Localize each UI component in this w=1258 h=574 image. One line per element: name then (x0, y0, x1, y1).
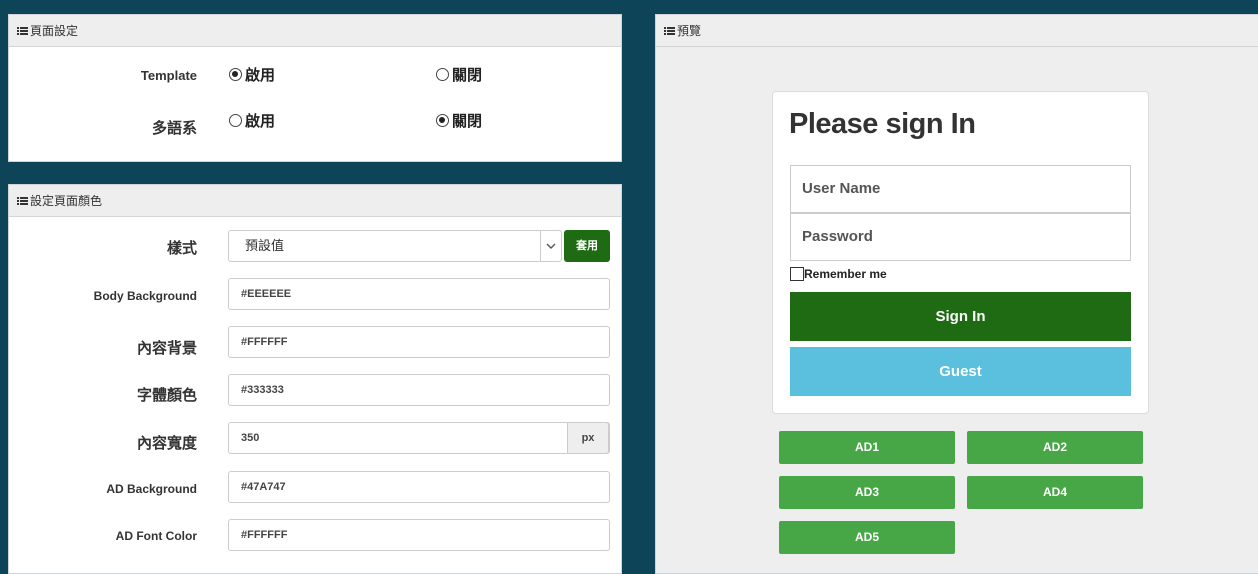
multilang-disable-radio[interactable]: 關閉 (436, 110, 482, 131)
content-width-input[interactable]: 350 px (228, 422, 610, 454)
body-bg-label: Body Background (93, 289, 197, 303)
ad-font-input[interactable]: #FFFFFF (228, 519, 610, 551)
ad-bg-input[interactable]: #47A747 (228, 471, 610, 503)
page-settings-title: 頁面設定 (30, 24, 79, 38)
template-disable-radio[interactable]: 關閉 (436, 64, 482, 85)
ad-bg-label: AD Background (106, 482, 197, 496)
checkbox-icon (790, 267, 804, 281)
multilang-label: 多語系 (151, 120, 197, 137)
sign-in-button[interactable]: Sign In (790, 292, 1131, 341)
ad-button-2[interactable]: AD2 (967, 431, 1143, 464)
list-icon (17, 197, 28, 205)
ad-button-1[interactable]: AD1 (779, 431, 955, 464)
content-bg-input[interactable]: #FFFFFF (228, 326, 610, 358)
page-settings-panel: 頁面設定 (8, 14, 622, 162)
preview-title: 預覽 (677, 24, 702, 38)
multilang-disable-label: 關閉 (452, 113, 483, 130)
color-settings-title: 設定頁面顏色 (30, 194, 103, 208)
list-icon (17, 27, 28, 35)
template-disable-label: 關閉 (452, 67, 483, 84)
ad-button-3[interactable]: AD3 (779, 476, 955, 509)
style-label: 樣式 (166, 240, 197, 257)
password-input[interactable]: Password (790, 213, 1131, 261)
template-enable-label: 啟用 (245, 67, 276, 84)
ad-button-5[interactable]: AD5 (779, 521, 955, 554)
remember-me-label: Remember me (804, 267, 887, 281)
radio-checked-icon (229, 68, 242, 81)
ad-button-4[interactable]: AD4 (967, 476, 1143, 509)
login-heading: Please sign In (789, 108, 976, 140)
radio-unchecked-icon (436, 68, 449, 81)
multilang-enable-label: 啟用 (245, 113, 276, 130)
page-settings-header: 頁面設定 (9, 15, 621, 47)
template-label: Template (140, 68, 197, 83)
content-bg-label: 內容背景 (136, 340, 197, 357)
multilang-enable-radio[interactable]: 啟用 (229, 110, 275, 131)
content-width-label: 內容寬度 (136, 435, 197, 452)
ad-font-label: AD Font Color (115, 529, 197, 543)
list-icon (664, 27, 675, 35)
username-input[interactable]: User Name (790, 165, 1131, 213)
color-settings-header: 設定頁面顏色 (9, 185, 621, 217)
body-bg-input[interactable]: #EEEEEE (228, 278, 610, 310)
font-color-label: 字體顏色 (136, 387, 197, 404)
style-select-value: 預設值 (245, 238, 285, 253)
preview-header: 預覽 (656, 15, 1258, 47)
chevron-down-icon (540, 231, 561, 261)
content-width-value: 350 (241, 432, 260, 444)
style-select[interactable]: 預設值 (228, 230, 562, 262)
apply-button[interactable]: 套用 (564, 230, 610, 262)
guest-button[interactable]: Guest (790, 347, 1131, 396)
remember-me-checkbox[interactable]: Remember me (790, 267, 887, 281)
radio-checked-icon (436, 114, 449, 127)
font-color-input[interactable]: #333333 (228, 374, 610, 406)
unit-addon: px (567, 422, 609, 454)
template-enable-radio[interactable]: 啟用 (229, 64, 275, 85)
radio-unchecked-icon (229, 114, 242, 127)
